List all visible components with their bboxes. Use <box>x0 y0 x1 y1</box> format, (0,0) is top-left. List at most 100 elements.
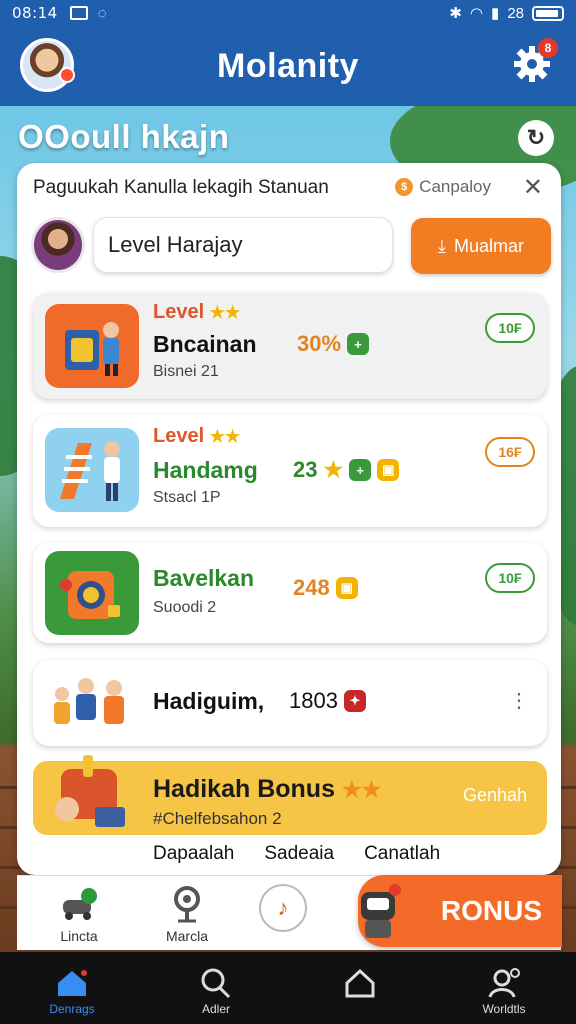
gift-icon: ▣ <box>377 459 400 481</box>
game-thumbnail <box>45 304 139 388</box>
close-button[interactable]: ✕ <box>523 173 543 202</box>
app-title: Molanity <box>217 46 359 85</box>
primary-action-button[interactable]: ⤓ Mualmar <box>411 218 551 274</box>
tab-label: Lincta <box>60 928 98 944</box>
more-options-button[interactable]: ⋮ <box>509 688 529 713</box>
nav-search[interactable]: Adler <box>144 952 288 1024</box>
tab-music[interactable]: ♪ <box>243 884 323 936</box>
nav-home[interactable]: Denrags <box>0 952 144 1024</box>
battery-icon <box>532 5 564 21</box>
link-row: Dapaalah Sadeaia Canatlah <box>153 843 440 865</box>
status-right-text: 28 <box>507 4 524 22</box>
row-subtitle: Suoodi 2 <box>153 599 217 616</box>
robot-icon <box>361 884 401 938</box>
list-item[interactable]: Hadiguim, 1803 ✦ ⋮ <box>33 660 547 746</box>
sync-icon: ◌ <box>97 4 107 22</box>
row-name: Handamg <box>153 457 258 483</box>
game-thumbnail <box>45 664 139 740</box>
card-subtitle: Paguukah Kanulla lekagih Stanuan <box>33 177 329 198</box>
reward-pill[interactable]: 16₣ <box>485 437 535 467</box>
nav-label: Worldtls <box>482 1002 526 1016</box>
tab-lincta[interactable]: Lincta <box>39 884 119 944</box>
row-value: 30% + <box>297 331 370 357</box>
bluetooth-icon: ✱ <box>449 5 462 22</box>
app-header: Molanity 8 <box>0 26 576 106</box>
profile-icon <box>486 966 522 1000</box>
coin-icon: $ <box>395 178 414 196</box>
list-item[interactable]: Level ★★ Bncainan 30% + Bisnei 21 10₣ <box>33 293 547 399</box>
row-value: 23 ★ + ▣ <box>293 457 400 483</box>
notification-dot <box>59 67 75 83</box>
game-thumbnail <box>45 551 139 635</box>
box-illustration-icon <box>65 322 119 376</box>
location-pin-icon <box>167 884 207 924</box>
main-card: Paguukah Kanulla lekagih Stanuan $ Canpa… <box>17 163 561 875</box>
settings-button[interactable]: 8 <box>512 38 558 84</box>
row-level: Level ★★ <box>153 301 241 323</box>
bag-illustration-icon <box>60 571 120 619</box>
row-name: Bncainan <box>153 331 257 357</box>
row-name: Hadiguim, <box>153 688 265 714</box>
nav-profile[interactable]: Worldtls <box>432 952 576 1024</box>
scooter-icon <box>59 884 99 924</box>
nav-house[interactable] <box>288 952 432 1024</box>
star-rating-icon: ★★ <box>341 777 382 802</box>
link-item[interactable]: Sadeaia <box>264 843 334 865</box>
home-icon <box>54 966 90 1000</box>
gift-icon: ▣ <box>335 577 358 599</box>
image-notification-icon <box>69 6 88 20</box>
house-outline-icon <box>342 966 378 1000</box>
bonus-illustration-icon <box>55 755 125 827</box>
bonus-banner[interactable]: Hadikah Bonus ★★ #Chelfebsahon 2 Genhah <box>33 755 547 835</box>
user-avatar[interactable] <box>31 217 85 273</box>
row-value: 248 ▣ <box>293 575 358 601</box>
download-icon: ⤓ <box>438 235 446 256</box>
star-rating-icon: ★★ <box>209 427 241 446</box>
bonus-action[interactable]: Genhah <box>463 785 527 806</box>
page-heading: OOoull hkajn <box>18 118 230 155</box>
star-rating-icon: ★★ <box>209 303 241 322</box>
reward-pill[interactable]: 10₣ <box>485 563 535 593</box>
game-thumbnail <box>45 428 139 512</box>
tab-label: Marcla <box>165 928 208 944</box>
link-item[interactable]: Canatlah <box>364 843 440 865</box>
tab-marcla[interactable]: Marcla <box>147 884 227 944</box>
refresh-button[interactable]: ↻ <box>518 120 554 156</box>
company-label: Canpaloy <box>419 177 491 196</box>
status-time: 08:14 <box>12 4 58 22</box>
row-subtitle: Bisnei 21 <box>153 363 219 380</box>
row-name: Bavelkan <box>153 565 255 591</box>
bonus-title: Hadikah Bonus ★★ <box>153 775 382 803</box>
list-item[interactable]: Level ★★ Handamg 23 ★ + ▣ Stsacl 1P 16₣ <box>33 415 547 527</box>
row-subtitle: Stsacl 1P <box>153 489 221 506</box>
search-icon <box>198 966 234 1000</box>
music-note-icon: ♪ <box>259 884 307 932</box>
avatar[interactable] <box>20 38 75 92</box>
refresh-icon: ↻ <box>526 125 546 150</box>
link-item[interactable]: Dapaalah <box>153 843 234 865</box>
profile-row: Level Harajay ⤓ Mualmar <box>31 215 551 277</box>
company-selector[interactable]: $ Canpaloy <box>395 177 491 197</box>
bonus-subtitle: #Chelfebsahon 2 <box>153 809 282 828</box>
reward-pill[interactable]: 10₣ <box>485 313 535 343</box>
primary-action-label: Mualmar <box>453 235 524 256</box>
nav-label: Denrags <box>49 1002 95 1016</box>
bonus-button-label: RONUS <box>440 895 542 926</box>
plus-badge-icon: + <box>349 459 372 481</box>
level-field[interactable]: Level Harajay <box>93 217 393 273</box>
people-illustration-icon <box>54 678 124 724</box>
plus-badge-icon: + <box>347 333 370 355</box>
signal-icon: ▮ <box>491 5 500 22</box>
system-navigation: Denrags Adler Worldtls <box>0 952 576 1024</box>
settings-badge: 8 <box>538 38 558 58</box>
row-value: 1803 ✦ <box>289 688 366 714</box>
close-icon: ✕ <box>522 174 543 201</box>
list-item[interactable]: Bavelkan 248 ▣ Suoodi 2 10₣ <box>33 543 547 643</box>
ladder-illustration-icon <box>60 441 120 501</box>
wifi-icon: ◠ <box>469 5 484 22</box>
row-level: Level ★★ <box>153 425 241 447</box>
star-icon: ★ <box>323 457 344 482</box>
gift-icon: ✦ <box>343 690 366 712</box>
status-bar: 08:14 ◌ ✱ ◠ ▮ 28 <box>0 0 576 26</box>
nav-label: Adler <box>201 1002 230 1016</box>
